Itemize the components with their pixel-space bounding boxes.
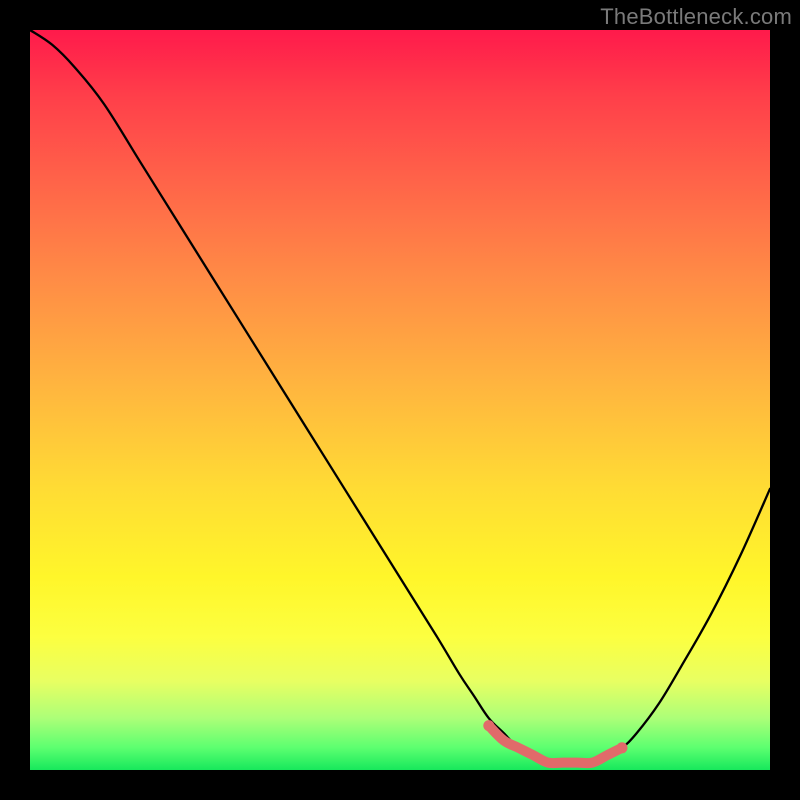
low-bottleneck-region [489, 726, 622, 764]
curve-svg [30, 30, 770, 770]
marker-dot [617, 742, 628, 753]
watermark-text: TheBottleneck.com [600, 4, 792, 30]
marker-dot [483, 720, 494, 731]
chart-frame: TheBottleneck.com [0, 0, 800, 800]
plot-area [30, 30, 770, 770]
bottleneck-curve [30, 30, 770, 763]
